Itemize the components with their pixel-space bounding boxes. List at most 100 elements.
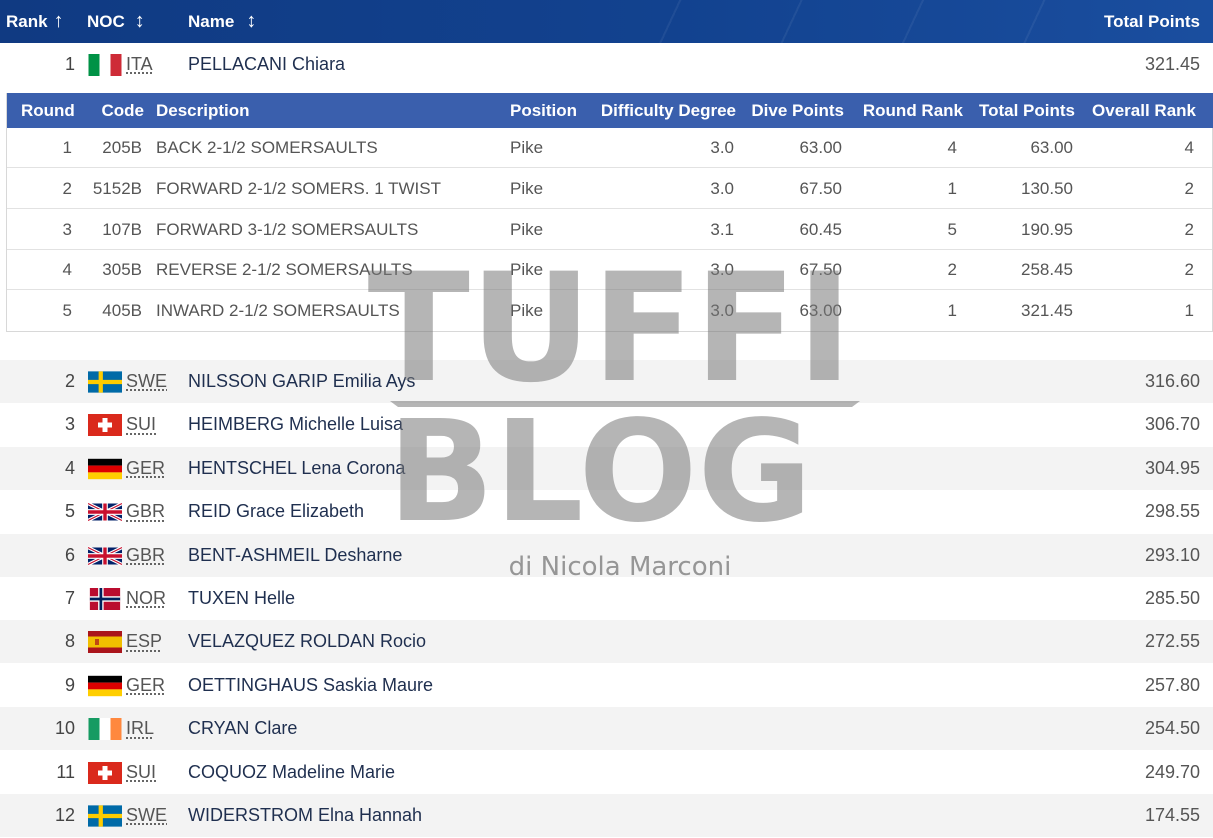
athlete-row[interactable]: 5 GBR REID Grace Elizabeth 298.55 bbox=[0, 490, 1213, 533]
athlete-row[interactable]: 2 SWE NILSSON GARIP Emilia Ays 316.60 bbox=[0, 360, 1213, 403]
athlete-total-points: 321.45 bbox=[1145, 43, 1200, 86]
athlete-rank: 11 bbox=[56, 751, 75, 794]
dive-round: 1 bbox=[63, 128, 72, 168]
dive-difficulty: 3.0 bbox=[710, 291, 734, 331]
dive-position: Pike bbox=[510, 291, 543, 331]
dive-round-rank: 5 bbox=[948, 210, 957, 250]
athlete-name[interactable]: BENT-ASHMEIL Desharne bbox=[188, 534, 402, 577]
rank-sort-header[interactable]: Rank ↑ bbox=[6, 0, 64, 43]
athlete-name[interactable]: OETTINGHAUS Saskia Maure bbox=[188, 664, 433, 707]
athlete-rank: 1 bbox=[65, 43, 75, 86]
athlete-noc[interactable]: SWE bbox=[126, 360, 167, 403]
dive-row: 1 205B BACK 2-1/2 SOMERSAULTS Pike 3.0 63.00 4… bbox=[7, 128, 1212, 168]
noc-header-label: NOC bbox=[87, 12, 125, 32]
athlete-total-points: 293.10 bbox=[1145, 534, 1200, 577]
athlete-row[interactable]: 10 IRL CRYAN Clare 254.50 bbox=[0, 707, 1213, 750]
name-sort-header[interactable]: Name ↕ bbox=[188, 0, 256, 43]
athlete-total-points: 254.50 bbox=[1145, 707, 1200, 750]
dive-code: 405B bbox=[102, 291, 142, 331]
total-points-header-label: Total Points bbox=[1104, 12, 1200, 32]
dive-difficulty: 3.1 bbox=[710, 210, 734, 250]
athlete-row[interactable]: 9 GER OETTINGHAUS Saskia Maure 257.80 bbox=[0, 664, 1213, 707]
dive-description: FORWARD 3-1/2 SOMERSAULTS bbox=[156, 210, 418, 250]
switzerland-flag-icon bbox=[88, 414, 122, 436]
noc-sort-header[interactable]: NOC ↕ bbox=[87, 0, 145, 43]
athlete-noc[interactable]: GER bbox=[126, 447, 165, 490]
athlete-row[interactable]: 12 SWE WIDERSTROM Elna Hannah 174.55 bbox=[0, 794, 1213, 837]
dive-row: 2 5152B FORWARD 2-1/2 SOMERS. 1 TWIST Pike 3… bbox=[7, 169, 1212, 209]
athlete-name[interactable]: REID Grace Elizabeth bbox=[188, 490, 364, 533]
athlete-row[interactable]: 11 SUI COQUOZ Madeline Marie 249.70 bbox=[0, 751, 1213, 794]
athlete-total-points: 316.60 bbox=[1145, 360, 1200, 403]
sweden-flag-icon bbox=[88, 805, 122, 827]
athlete-noc[interactable]: SWE bbox=[126, 794, 167, 837]
athlete-noc[interactable]: SUI bbox=[126, 403, 156, 446]
dive-position: Pike bbox=[510, 250, 543, 290]
dive-row: 5 405B INWARD 2-1/2 SOMERSAULTS Pike 3.0 63.0… bbox=[7, 291, 1212, 331]
athlete-name[interactable]: HEIMBERG Michelle Luisa bbox=[188, 403, 403, 446]
dive-round-rank: 1 bbox=[948, 291, 957, 331]
athlete-noc[interactable]: GBR bbox=[126, 534, 165, 577]
athlete-rank: 5 bbox=[65, 490, 75, 533]
athlete-name[interactable]: VELAZQUEZ ROLDAN Rocio bbox=[188, 620, 426, 663]
col-round: Round bbox=[21, 93, 75, 128]
dive-overall-rank: 2 bbox=[1185, 250, 1194, 290]
athlete-noc[interactable]: IRL bbox=[126, 707, 154, 750]
dive-code: 5152B bbox=[93, 169, 142, 209]
dive-round-rank: 4 bbox=[948, 128, 957, 168]
dive-overall-rank: 4 bbox=[1185, 128, 1194, 168]
dive-difficulty: 3.0 bbox=[710, 128, 734, 168]
athlete-name[interactable]: WIDERSTROM Elna Hannah bbox=[188, 794, 422, 837]
athlete-total-points: 306.70 bbox=[1145, 403, 1200, 446]
dive-code: 305B bbox=[102, 250, 142, 290]
dive-detail-table: Round Code Description Position Difficul… bbox=[6, 93, 1213, 332]
athlete-noc[interactable]: GER bbox=[126, 664, 165, 707]
athlete-noc[interactable]: SUI bbox=[126, 751, 156, 794]
athlete-noc[interactable]: NOR bbox=[126, 577, 166, 620]
col-position: Position bbox=[510, 93, 577, 128]
athlete-rank: 9 bbox=[65, 664, 75, 707]
athlete-name[interactable]: COQUOZ Madeline Marie bbox=[188, 751, 395, 794]
athlete-rank: 4 bbox=[65, 447, 75, 490]
col-difficulty: Difficulty Degree bbox=[601, 93, 736, 128]
athlete-name[interactable]: CRYAN Clare bbox=[188, 707, 297, 750]
dive-overall-rank: 2 bbox=[1185, 210, 1194, 250]
dive-points: 60.45 bbox=[799, 210, 842, 250]
dive-round-rank: 2 bbox=[948, 250, 957, 290]
athlete-rank: 10 bbox=[55, 707, 75, 750]
athlete-row[interactable]: 6 GBR BENT-ASHMEIL Desharne 293.10 bbox=[0, 534, 1213, 577]
dive-description: BACK 2-1/2 SOMERSAULTS bbox=[156, 128, 378, 168]
athlete-rank: 6 bbox=[65, 534, 75, 577]
athlete-noc[interactable]: ESP bbox=[126, 620, 162, 663]
col-overall-rank: Overall Rank bbox=[1092, 93, 1196, 128]
dive-points: 63.00 bbox=[799, 291, 842, 331]
switzerland-flag-icon bbox=[88, 762, 122, 784]
athlete-row[interactable]: 4 GER HENTSCHEL Lena Corona 304.95 bbox=[0, 447, 1213, 490]
athlete-name[interactable]: NILSSON GARIP Emilia Ays bbox=[188, 360, 415, 403]
athlete-row[interactable]: 8 ESP VELAZQUEZ ROLDAN Rocio 272.55 bbox=[0, 620, 1213, 663]
athlete-row-expanded[interactable]: 1 ITA PELLACANI Chiara 321.45 bbox=[0, 43, 1213, 86]
athlete-noc[interactable]: ITA bbox=[126, 43, 153, 86]
dive-round: 2 bbox=[63, 169, 72, 209]
athlete-total-points: 272.55 bbox=[1145, 620, 1200, 663]
athlete-name[interactable]: HENTSCHEL Lena Corona bbox=[188, 447, 405, 490]
header-decoration bbox=[613, 0, 1093, 43]
dive-points: 67.50 bbox=[799, 169, 842, 209]
sweden-flag-icon bbox=[88, 371, 122, 393]
athlete-total-points: 174.55 bbox=[1145, 794, 1200, 837]
name-header-label: Name bbox=[188, 12, 234, 32]
dive-round: 4 bbox=[63, 250, 72, 290]
dive-description: FORWARD 2-1/2 SOMERS. 1 TWIST bbox=[156, 169, 441, 209]
athlete-noc[interactable]: GBR bbox=[126, 490, 165, 533]
sort-both-icon: ↕ bbox=[135, 10, 145, 33]
athlete-name[interactable]: TUXEN Helle bbox=[188, 577, 295, 620]
germany-flag-icon bbox=[88, 675, 122, 697]
athlete-row[interactable]: 3 SUI HEIMBERG Michelle Luisa 306.70 bbox=[0, 403, 1213, 446]
athlete-row[interactable]: 7 NOR TUXEN Helle 285.50 bbox=[0, 577, 1213, 620]
athlete-name[interactable]: PELLACANI Chiara bbox=[188, 43, 345, 86]
sort-ascending-icon: ↑ bbox=[54, 10, 64, 33]
dive-position: Pike bbox=[510, 169, 543, 209]
dive-difficulty: 3.0 bbox=[710, 169, 734, 209]
spain-flag-icon bbox=[88, 631, 122, 653]
dive-round-rank: 1 bbox=[948, 169, 957, 209]
